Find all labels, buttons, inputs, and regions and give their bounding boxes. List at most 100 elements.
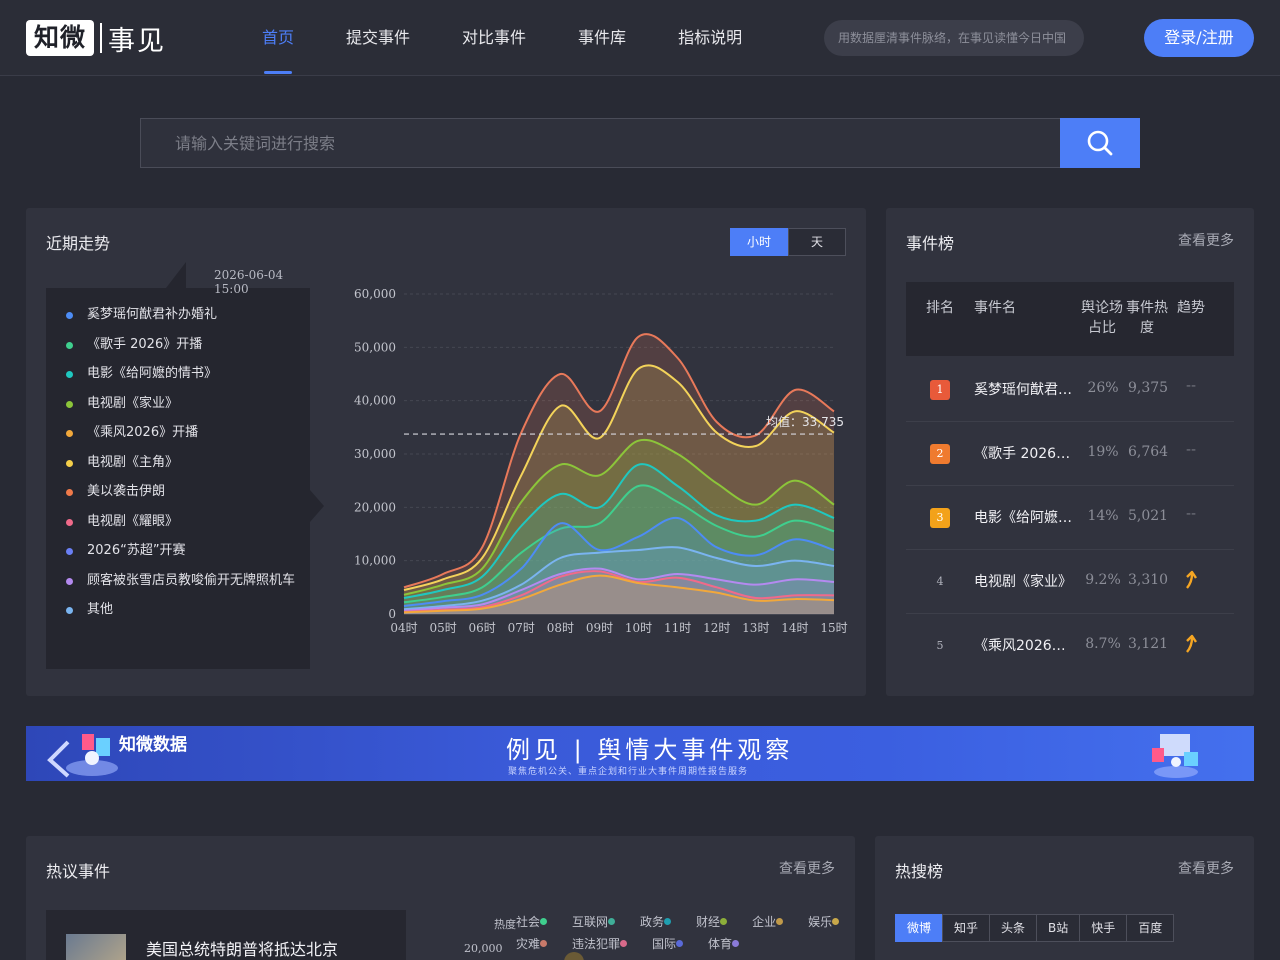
hot-search-panel: 热搜榜 查看更多 微博 知乎 头条 B站 快手 百度: [875, 836, 1254, 960]
event-name[interactable]: 《歌手 2026》开播: [974, 443, 1076, 463]
tooltip-series-item: 电视剧《主角》: [66, 454, 296, 472]
tooltip-series-item: 其他: [66, 601, 296, 619]
trend-title: 近期走势: [46, 234, 111, 253]
series-color-dot: [66, 341, 73, 349]
nav-event-library[interactable]: 事件库: [578, 0, 626, 76]
legend-item[interactable]: 社会: [516, 913, 560, 930]
event-name[interactable]: 《乘风2026》开播: [974, 635, 1076, 655]
login-register-button[interactable]: 登录/注册: [1144, 19, 1254, 57]
col-event-heat: 事件热度: [1126, 300, 1168, 336]
series-label: 2026“苏超”开赛: [87, 543, 186, 558]
y-tick-label: 30,000: [354, 447, 396, 461]
legend-item[interactable]: 政务: [640, 913, 684, 930]
legend-item[interactable]: 娱乐: [808, 913, 852, 930]
search-button[interactable]: [1060, 118, 1140, 168]
platform-tab[interactable]: 头条: [989, 914, 1038, 942]
event-row[interactable]: 2 《歌手 2026》开播 19% 6,764 --: [906, 422, 1234, 486]
x-tick-label: 10时: [625, 621, 652, 635]
legend-label: 社会: [516, 914, 541, 929]
platform-tab[interactable]: B站: [1036, 914, 1081, 942]
series-label: 电视剧《主角》: [87, 454, 179, 470]
x-tick-label: 06时: [469, 621, 496, 635]
event-heat: 6,764: [1128, 444, 1169, 460]
event-name[interactable]: 电视剧《家业》: [974, 571, 1076, 591]
nav-compare-events[interactable]: 对比事件: [462, 0, 526, 76]
series-label: 电影《给阿嬷的情书》: [87, 366, 218, 381]
legend-label: 违法犯罪: [572, 936, 621, 951]
event-ranking-more-link[interactable]: 查看更多: [1178, 230, 1234, 250]
hot-event-card[interactable]: 美国总统特朗普将抵达北京: [46, 910, 406, 960]
series-color-dot: [66, 518, 73, 526]
legend-item[interactable]: 互联网: [572, 913, 628, 930]
tooltip-series-item: 《乘风2026》开播: [66, 424, 296, 442]
legend-item[interactable]: 违法犯罪: [572, 935, 640, 952]
hot-search-more-link[interactable]: 查看更多: [1178, 858, 1234, 878]
toggle-day[interactable]: 天: [788, 228, 846, 256]
series-label: 电视剧《家业》: [87, 395, 179, 411]
x-tick-label: 12时: [703, 621, 730, 635]
trend-up-arrow-icon: [1184, 634, 1198, 654]
header-search-input[interactable]: [824, 20, 1084, 56]
event-row[interactable]: 5 《乘风2026》开播 8.7% 3,121: [906, 614, 1234, 678]
tooltip-series-item: 2026“苏超”开赛: [66, 542, 296, 560]
banner-illustration-right-icon: [1152, 734, 1198, 778]
x-tick-label: 08时: [547, 621, 574, 635]
platform-tab[interactable]: 百度: [1126, 914, 1175, 942]
nav-submit-event[interactable]: 提交事件: [346, 0, 410, 76]
event-row[interactable]: 1 奚梦瑶何猷君补办婚礼 26% 9,375 --: [906, 358, 1234, 422]
series-label: 美以袭击伊朗: [87, 484, 166, 499]
legend-item[interactable]: 体育: [708, 935, 752, 952]
legend-dot: [732, 939, 740, 947]
legend-label: 互联网: [572, 914, 609, 929]
legend-item[interactable]: 灾难: [516, 935, 560, 952]
event-rank-badge: 2: [930, 444, 950, 464]
nav-metrics-guide[interactable]: 指标说明: [678, 0, 742, 76]
promo-banner[interactable]: 知微数据 例见 | 舆情大事件观察 聚焦危机公关、重点企划和行业大事件周期性报告…: [26, 726, 1254, 781]
trend-chart-svg: 0 10,000 20,000 30,000 40,000 50,000 60,000 04时…: [354, 287, 848, 635]
event-row[interactable]: 3 电影《给阿嬷的情书》 14% 5,021 --: [906, 486, 1234, 550]
series-label: 顾客被张雪店员教唆偷开无牌照机车: [87, 572, 296, 588]
legend-item[interactable]: 国际: [652, 935, 696, 952]
nav-home[interactable]: 首页: [262, 0, 294, 76]
platform-tab[interactable]: 知乎: [942, 914, 991, 942]
hot-events-title: 热议事件: [46, 862, 111, 881]
category-legend: 社会 互联网 政务 财经 企业 娱乐 灾难 违法犯罪 国际 体育: [516, 910, 840, 954]
legend-dot: [608, 917, 616, 925]
platform-tab[interactable]: 微博: [895, 914, 944, 942]
event-share: 19%: [1087, 444, 1119, 460]
site-logo[interactable]: 知微 事见: [26, 19, 166, 57]
col-event-name: 事件名: [974, 300, 1016, 316]
event-row[interactable]: 4 电视剧《家业》 9.2% 3,310: [906, 550, 1234, 614]
x-tick-label: 15时: [820, 621, 847, 635]
hot-events-more-link[interactable]: 查看更多: [779, 858, 835, 878]
legend-dot: [540, 917, 548, 925]
event-name[interactable]: 奚梦瑶何猷君补办婚礼: [974, 379, 1076, 399]
platform-tab[interactable]: 快手: [1079, 914, 1128, 942]
tooltip-time: 2026-06-04 15:00: [214, 268, 284, 296]
y-tick-label: 10,000: [354, 554, 396, 568]
event-share: 26%: [1087, 380, 1119, 396]
legend-label: 国际: [652, 936, 677, 951]
legend-label: 体育: [708, 936, 733, 951]
event-name[interactable]: 电影《给阿嬷的情书》: [974, 507, 1076, 527]
legend-item[interactable]: 企业: [752, 913, 796, 930]
event-table-header: 排名 事件名 舆论场占比 事件热度 趋势: [906, 282, 1234, 356]
series-label: 奚梦瑶何猷君补办婚礼: [87, 307, 218, 322]
toggle-hour[interactable]: 小时: [730, 228, 788, 256]
series-color-dot: [66, 371, 73, 378]
legend-label: 财经: [696, 914, 721, 929]
series-color-dot: [66, 489, 73, 496]
legend-row: 社会 互联网 政务 财经 企业 娱乐: [516, 910, 840, 932]
y-tick-label: 20,000: [354, 500, 396, 514]
keyword-search-input[interactable]: [140, 118, 1060, 168]
tooltip-series-item: 电视剧《耀眼》: [66, 513, 296, 531]
legend-item[interactable]: 财经: [696, 913, 740, 930]
event-ranking-panel: 事件榜 查看更多 排名 事件名 舆论场占比 事件热度 趋势 1 奚梦瑶何猷君补办婚…: [886, 208, 1254, 696]
tooltip-series-item: 《歌手 2026》开播: [66, 336, 296, 354]
chart-tooltip: 2026-06-04 15:00 奚梦瑶何猷君补办婚礼《歌手 2026》开播电影…: [46, 262, 324, 669]
x-tick-label: 07时: [508, 621, 535, 635]
main-search-bar: [140, 118, 1140, 168]
event-heat: 5,021: [1128, 508, 1169, 524]
tooltip-series-item: 顾客被张雪店员教唆偷开无牌照机车: [66, 572, 296, 590]
legend-dot: [776, 917, 784, 925]
